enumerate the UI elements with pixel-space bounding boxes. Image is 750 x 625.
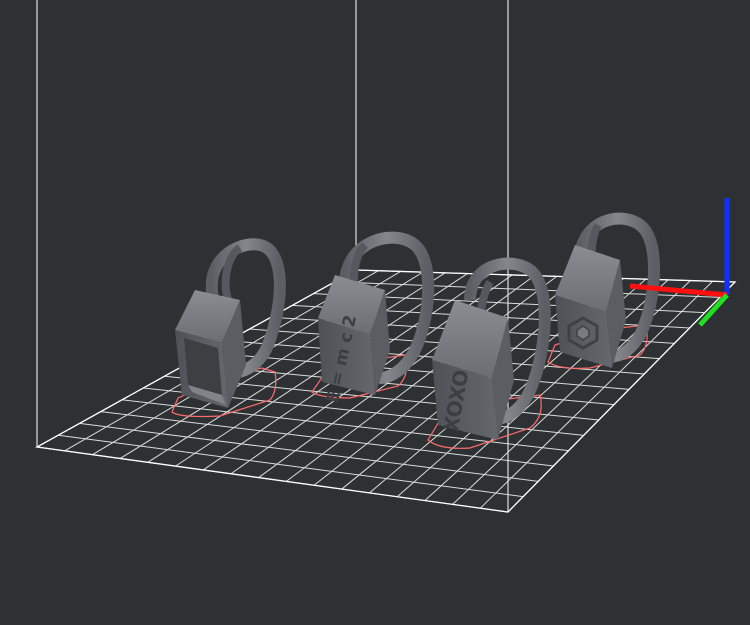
x-axis: [629, 283, 728, 298]
scene-canvas[interactable]: E = m c 2 XOXO: [0, 0, 750, 625]
y-axis: [698, 293, 729, 327]
ring-1[interactable]: [175, 238, 286, 408]
ring-4[interactable]: [555, 212, 660, 368]
grid-line: [58, 434, 524, 498]
3d-viewport[interactable]: E = m c 2 XOXO: [0, 0, 750, 625]
ring-2[interactable]: E = m c 2: [318, 231, 435, 405]
